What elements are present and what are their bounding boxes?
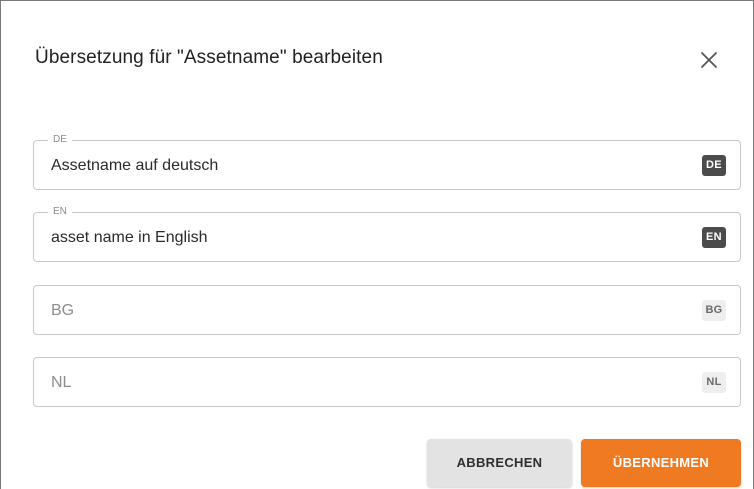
translation-dialog: Übersetzung für "Assetname" bearbeiten D…	[0, 0, 754, 489]
close-icon[interactable]	[698, 49, 720, 71]
language-badge-en: EN	[702, 227, 726, 248]
field-legend: EN	[48, 205, 72, 219]
language-badge-nl: NL	[702, 372, 726, 393]
translation-field-de[interactable]: DE Assetname auf deutsch DE	[33, 133, 741, 190]
translation-field-en[interactable]: EN asset name in English EN	[33, 205, 741, 262]
cancel-button[interactable]: ABBRECHEN	[427, 439, 572, 487]
field-value[interactable]: Assetname auf deutsch	[51, 156, 218, 176]
apply-button[interactable]: ÜBERNEHMEN	[581, 439, 741, 487]
field-placeholder[interactable]: NL	[51, 373, 71, 393]
language-badge-de: DE	[702, 155, 726, 176]
translation-field-nl[interactable]: NL NL	[33, 357, 741, 407]
translation-field-bg[interactable]: BG BG	[33, 285, 741, 335]
language-badge-bg: BG	[702, 300, 726, 321]
field-value[interactable]: asset name in English	[51, 228, 208, 248]
field-placeholder[interactable]: BG	[51, 301, 74, 321]
field-legend: DE	[48, 133, 72, 147]
dialog-title: Übersetzung für "Assetname" bearbeiten	[35, 47, 383, 68]
